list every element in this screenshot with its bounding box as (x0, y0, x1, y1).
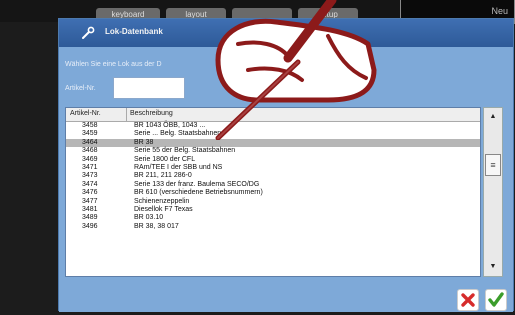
list-row[interactable]: 3469 Serie 1800 der CFL (66, 156, 480, 164)
list-row[interactable]: 3473 BR 211, 211 286-0 (66, 172, 480, 180)
dialog-title: Lok-Datenbank (105, 27, 163, 36)
row-description: BR 38, 38 017 (134, 222, 179, 230)
list-row[interactable]: 3464 BR 38 (66, 138, 480, 148)
row-article-number: 3489 (82, 214, 98, 222)
row-article-number: 3476 (82, 189, 98, 197)
row-article-number: 3477 (82, 197, 98, 205)
column-separator (126, 108, 127, 121)
scroll-down-icon[interactable]: ▼ (484, 258, 502, 276)
cancel-x-icon (461, 293, 475, 307)
list-row[interactable]: 3496 BR 38, 38 017 (66, 223, 480, 231)
column-header-article[interactable]: Artikel-Nr. (70, 110, 101, 117)
row-article-number: 3474 (82, 180, 98, 188)
list-scrollbar[interactable]: ▲ ≡ ▼ (483, 107, 503, 277)
ok-button[interactable] (485, 289, 507, 311)
list-row[interactable]: 3489 BR 03.10 (66, 214, 480, 222)
row-description: Diesellok F7 Texas (134, 205, 193, 213)
row-description: Serie 133 der franz. Baulema SECO/DG (134, 180, 260, 188)
row-description: BR 211, 211 286-0 (134, 172, 192, 180)
row-description: BR 610 (verschiedene Betriebsnummern) (134, 189, 263, 197)
wrench-icon (82, 26, 95, 39)
row-article-number: 3469 (82, 155, 98, 163)
cancel-button[interactable] (457, 289, 479, 311)
list-row[interactable]: 3476 BR 610 (verschiedene Betriebsnummern… (66, 189, 480, 197)
row-article-number: 3473 (82, 172, 98, 180)
hand-pencil-overlay (215, 0, 377, 140)
list-row[interactable]: 3468 Serie 55 der Belg. Staatsbahnen (66, 147, 480, 155)
instruction-text: Wählen Sie eine Lok aus der D (65, 61, 162, 68)
row-article-number: 3458 (82, 122, 98, 129)
article-number-input[interactable] (113, 77, 185, 99)
row-article-number: 3459 (82, 130, 98, 138)
row-description: RAm/TEE I der SBB und NS (134, 163, 223, 171)
row-article-number: 3471 (82, 163, 98, 171)
row-description: BR 38 (134, 138, 154, 146)
column-header-description[interactable]: Beschreibung (130, 110, 173, 117)
list-row[interactable]: 3481 Diesellok F7 Texas (66, 206, 480, 214)
row-description: Schienenzeppelin (134, 197, 190, 205)
row-article-number: 3496 (82, 222, 98, 230)
dialog-footer (59, 285, 513, 312)
row-article-number: 3468 (82, 147, 98, 155)
row-description: Serie 55 der Belg. Staatsbahnen (134, 147, 236, 155)
row-article-number: 3481 (82, 205, 98, 213)
list-row[interactable]: 3477 Schienenzeppelin (66, 198, 480, 206)
row-article-number: 3464 (82, 138, 98, 146)
list-row[interactable]: 3471 RAm/TEE I der SBB und NS (66, 164, 480, 172)
article-number-label: Artikel-Nr. (65, 85, 96, 92)
row-description: BR 03.10 (134, 214, 164, 222)
row-description: Serie 1800 der CFL (134, 155, 196, 163)
scroll-up-icon[interactable]: ▲ (484, 108, 502, 126)
ok-check-icon (488, 292, 504, 307)
list-row[interactable]: 3474 Serie 133 der franz. Baulema SECO/DG (66, 181, 480, 189)
scroll-thumb-icon[interactable]: ≡ (485, 154, 501, 176)
